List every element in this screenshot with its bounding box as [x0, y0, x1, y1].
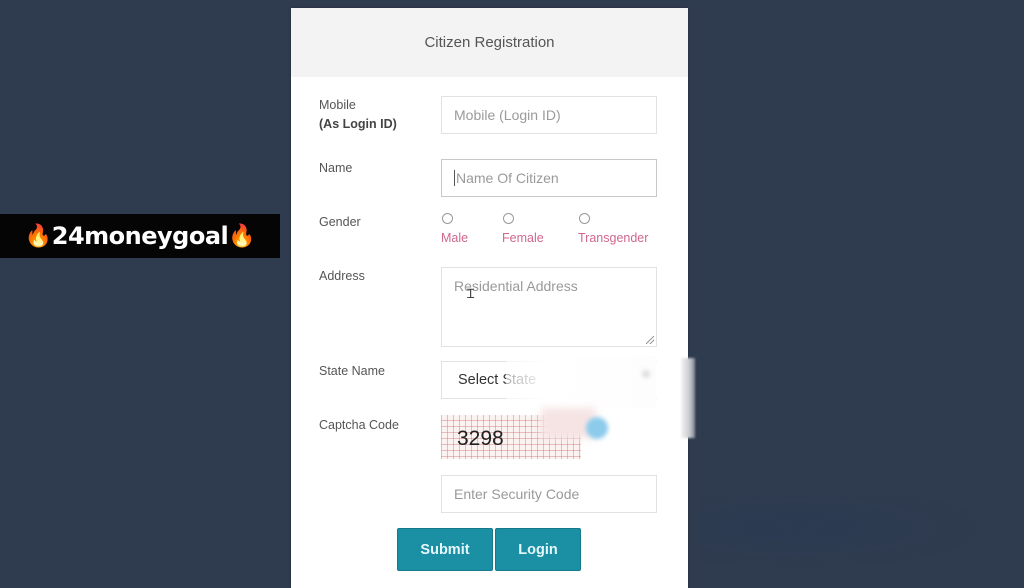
form-title: Citizen Registration: [424, 34, 555, 51]
mobile-label: Mobile (As Login ID): [319, 96, 397, 134]
login-button[interactable]: Login: [495, 528, 581, 571]
chevron-down-icon[interactable]: [642, 370, 650, 378]
radio-label: Female: [502, 231, 544, 245]
security-code-input[interactable]: Enter Security Code: [441, 475, 657, 513]
address-label: Address: [319, 269, 365, 283]
refresh-captcha-icon[interactable]: [586, 417, 608, 439]
mobile-placeholder: Mobile (Login ID): [454, 107, 561, 123]
radio-label: Male: [441, 231, 469, 245]
fire-icon: 🔥: [228, 223, 256, 249]
radio-button[interactable]: [579, 213, 590, 224]
gender-label: Gender: [319, 215, 361, 229]
address-textarea[interactable]: Residential Address: [441, 267, 657, 347]
name-label: Name: [319, 161, 353, 175]
captcha-label: Captcha Code: [319, 418, 399, 432]
mobile-sublabel: (As Login ID): [319, 117, 397, 131]
blur-overlay: [681, 358, 695, 438]
state-select[interactable]: Select State: [441, 356, 657, 408]
mouse-ibeam-cursor-icon: Ɪ: [467, 287, 475, 302]
state-label: State Name: [319, 364, 386, 378]
resize-handle-icon[interactable]: [646, 336, 654, 344]
radio-label: Transgender: [578, 231, 649, 245]
registration-card: Citizen Registration Mobile (As Login ID…: [291, 8, 688, 588]
mobile-input[interactable]: Mobile (Login ID): [441, 96, 657, 134]
radio-button[interactable]: [503, 213, 514, 224]
mobile-label-text: Mobile: [319, 98, 356, 112]
gender-option-female[interactable]: Female: [502, 213, 544, 245]
radio-button[interactable]: [442, 213, 453, 224]
name-placeholder: Name Of Citizen: [456, 170, 559, 186]
name-input[interactable]: Name Of Citizen: [441, 159, 657, 197]
gender-option-transgender[interactable]: Transgender: [578, 213, 648, 245]
fire-icon: 🔥: [24, 223, 52, 249]
submit-button[interactable]: Submit: [397, 528, 493, 571]
watermark-text: 24moneygoal: [51, 222, 229, 250]
security-code-placeholder: Enter Security Code: [454, 486, 580, 502]
gender-option-male[interactable]: Male: [441, 213, 468, 245]
card-header: Citizen Registration: [291, 8, 688, 77]
text-caret: [454, 170, 455, 186]
watermark-banner: 🔥 24moneygoal 🔥: [0, 214, 280, 258]
gender-radio-group: Male Female Transgender: [441, 213, 671, 253]
captcha-code: 3298: [457, 427, 504, 450]
blur-overlay: [506, 356, 656, 408]
background-artifact: [700, 495, 1024, 576]
